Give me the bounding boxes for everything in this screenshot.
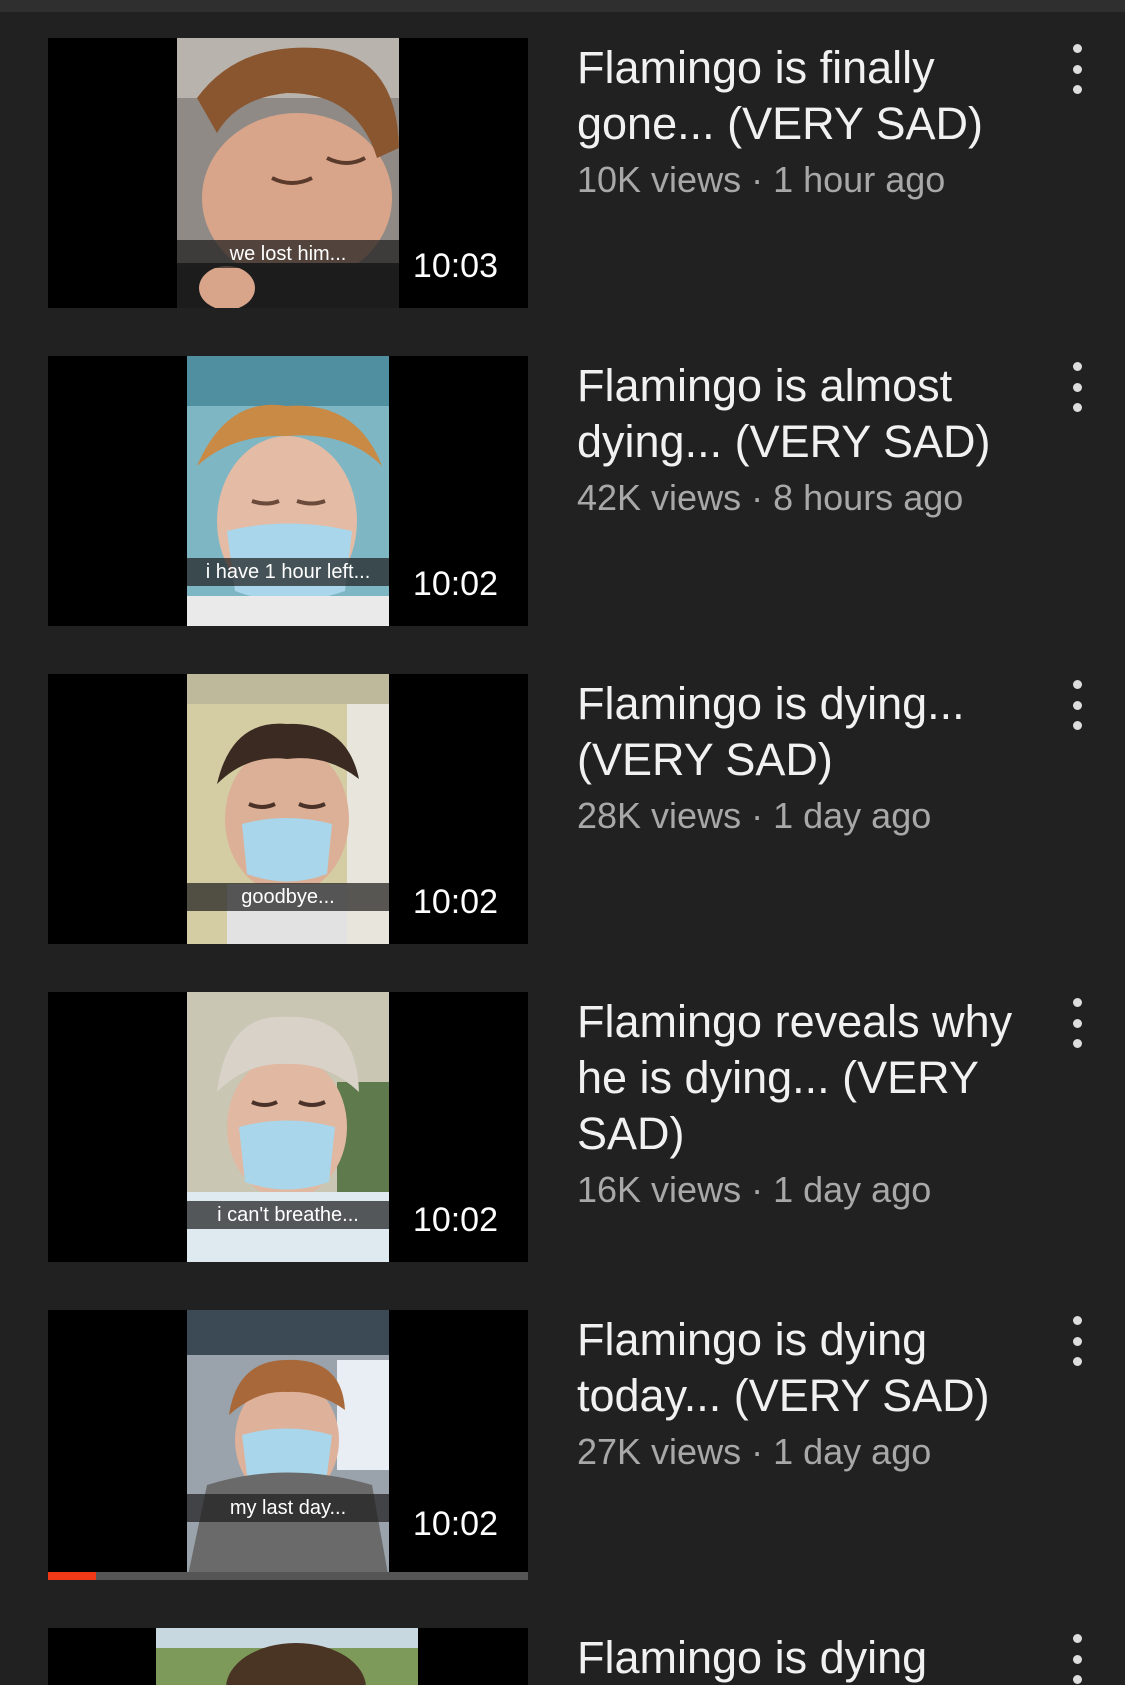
thumbnail-image: [187, 1310, 389, 1580]
video-thumbnail[interactable]: goodbye... 10:02: [48, 674, 528, 944]
video-metadata: 10K views · 1 hour ago: [577, 156, 1047, 204]
video-item[interactable]: i have 1 hour left... 10:02 Flamingo is …: [0, 356, 1125, 626]
video-title[interactable]: Flamingo is dying today... (VERY SAD): [577, 1312, 1047, 1424]
watch-progress-fill: [48, 1572, 96, 1580]
upload-age: 1 day ago: [773, 795, 932, 836]
video-metadata: 27K views · 1 day ago: [577, 1428, 1047, 1476]
thumbnail-caption: i have 1 hour left...: [187, 558, 389, 586]
video-thumbnail[interactable]: i have 1 hour left... 10:02: [48, 356, 528, 626]
video-duration: 10:02: [412, 883, 498, 921]
more-options-icon[interactable]: [1062, 1634, 1092, 1684]
video-thumbnail[interactable]: [48, 1628, 528, 1685]
thumbnail-image: [156, 1628, 418, 1685]
thumbnail-caption: my last day...: [187, 1494, 389, 1522]
video-thumbnail[interactable]: my last day... 10:02: [48, 1310, 528, 1580]
video-info[interactable]: Flamingo is dying... (VERY SAD) 28K view…: [577, 674, 1047, 840]
video-info[interactable]: Flamingo is finally gone... (VERY SAD) 1…: [577, 38, 1047, 204]
thumbnail-caption: we lost him...: [177, 240, 399, 268]
upload-age: 1 day ago: [773, 1169, 932, 1210]
video-title[interactable]: Flamingo is finally gone... (VERY SAD): [577, 40, 1047, 152]
more-options-icon[interactable]: [1062, 998, 1092, 1048]
video-item[interactable]: my last day... 10:02 Flamingo is dying t…: [0, 1310, 1125, 1580]
thumbnail-caption: goodbye...: [187, 883, 389, 911]
video-info[interactable]: Flamingo is dying: [577, 1628, 1047, 1685]
video-info[interactable]: Flamingo reveals why he is dying... (VER…: [577, 992, 1047, 1214]
more-options-icon[interactable]: [1062, 362, 1092, 412]
watch-progress-bar: [48, 1572, 528, 1580]
video-item[interactable]: goodbye... 10:02 Flamingo is dying... (V…: [0, 674, 1125, 944]
more-options-icon[interactable]: [1062, 1316, 1092, 1366]
video-title[interactable]: Flamingo is almost dying... (VERY SAD): [577, 358, 1047, 470]
upload-age: 8 hours ago: [773, 477, 964, 518]
video-item[interactable]: Flamingo is dying: [0, 1628, 1125, 1685]
video-duration: 10:02: [412, 1505, 498, 1543]
video-item[interactable]: we lost him... 10:03 Flamingo is finally…: [0, 38, 1125, 308]
thumbnail-caption: i can't breathe...: [187, 1201, 389, 1229]
meta-separator: ·: [751, 477, 764, 518]
view-count: 27K views: [577, 1431, 742, 1472]
video-feed: we lost him... 10:03 Flamingo is finally…: [0, 0, 1125, 1685]
meta-separator: ·: [751, 159, 764, 200]
video-info[interactable]: Flamingo is almost dying... (VERY SAD) 4…: [577, 356, 1047, 522]
video-metadata: 28K views · 1 day ago: [577, 792, 1047, 840]
meta-separator: ·: [751, 1431, 764, 1472]
view-count: 10K views: [577, 159, 742, 200]
video-metadata: 42K views · 8 hours ago: [577, 474, 1047, 522]
video-thumbnail[interactable]: i can't breathe... 10:02: [48, 992, 528, 1262]
video-duration: 10:03: [412, 247, 498, 285]
upload-age: 1 day ago: [773, 1431, 932, 1472]
more-options-icon[interactable]: [1062, 680, 1092, 730]
view-count: 28K views: [577, 795, 742, 836]
video-item[interactable]: i can't breathe... 10:02 Flamingo reveal…: [0, 992, 1125, 1262]
video-title[interactable]: Flamingo is dying: [577, 1630, 1047, 1685]
meta-separator: ·: [751, 795, 764, 836]
video-metadata: 16K views · 1 day ago: [577, 1166, 1047, 1214]
video-thumbnail[interactable]: we lost him... 10:03: [48, 38, 528, 308]
video-duration: 10:02: [412, 1201, 498, 1239]
video-info[interactable]: Flamingo is dying today... (VERY SAD) 27…: [577, 1310, 1047, 1476]
view-count: 16K views: [577, 1169, 742, 1210]
video-title[interactable]: Flamingo reveals why he is dying... (VER…: [577, 994, 1047, 1162]
upload-age: 1 hour ago: [773, 159, 946, 200]
meta-separator: ·: [751, 1169, 764, 1210]
view-count: 42K views: [577, 477, 742, 518]
video-title[interactable]: Flamingo is dying... (VERY SAD): [577, 676, 1047, 788]
video-duration: 10:02: [412, 565, 498, 603]
more-options-icon[interactable]: [1062, 44, 1092, 94]
